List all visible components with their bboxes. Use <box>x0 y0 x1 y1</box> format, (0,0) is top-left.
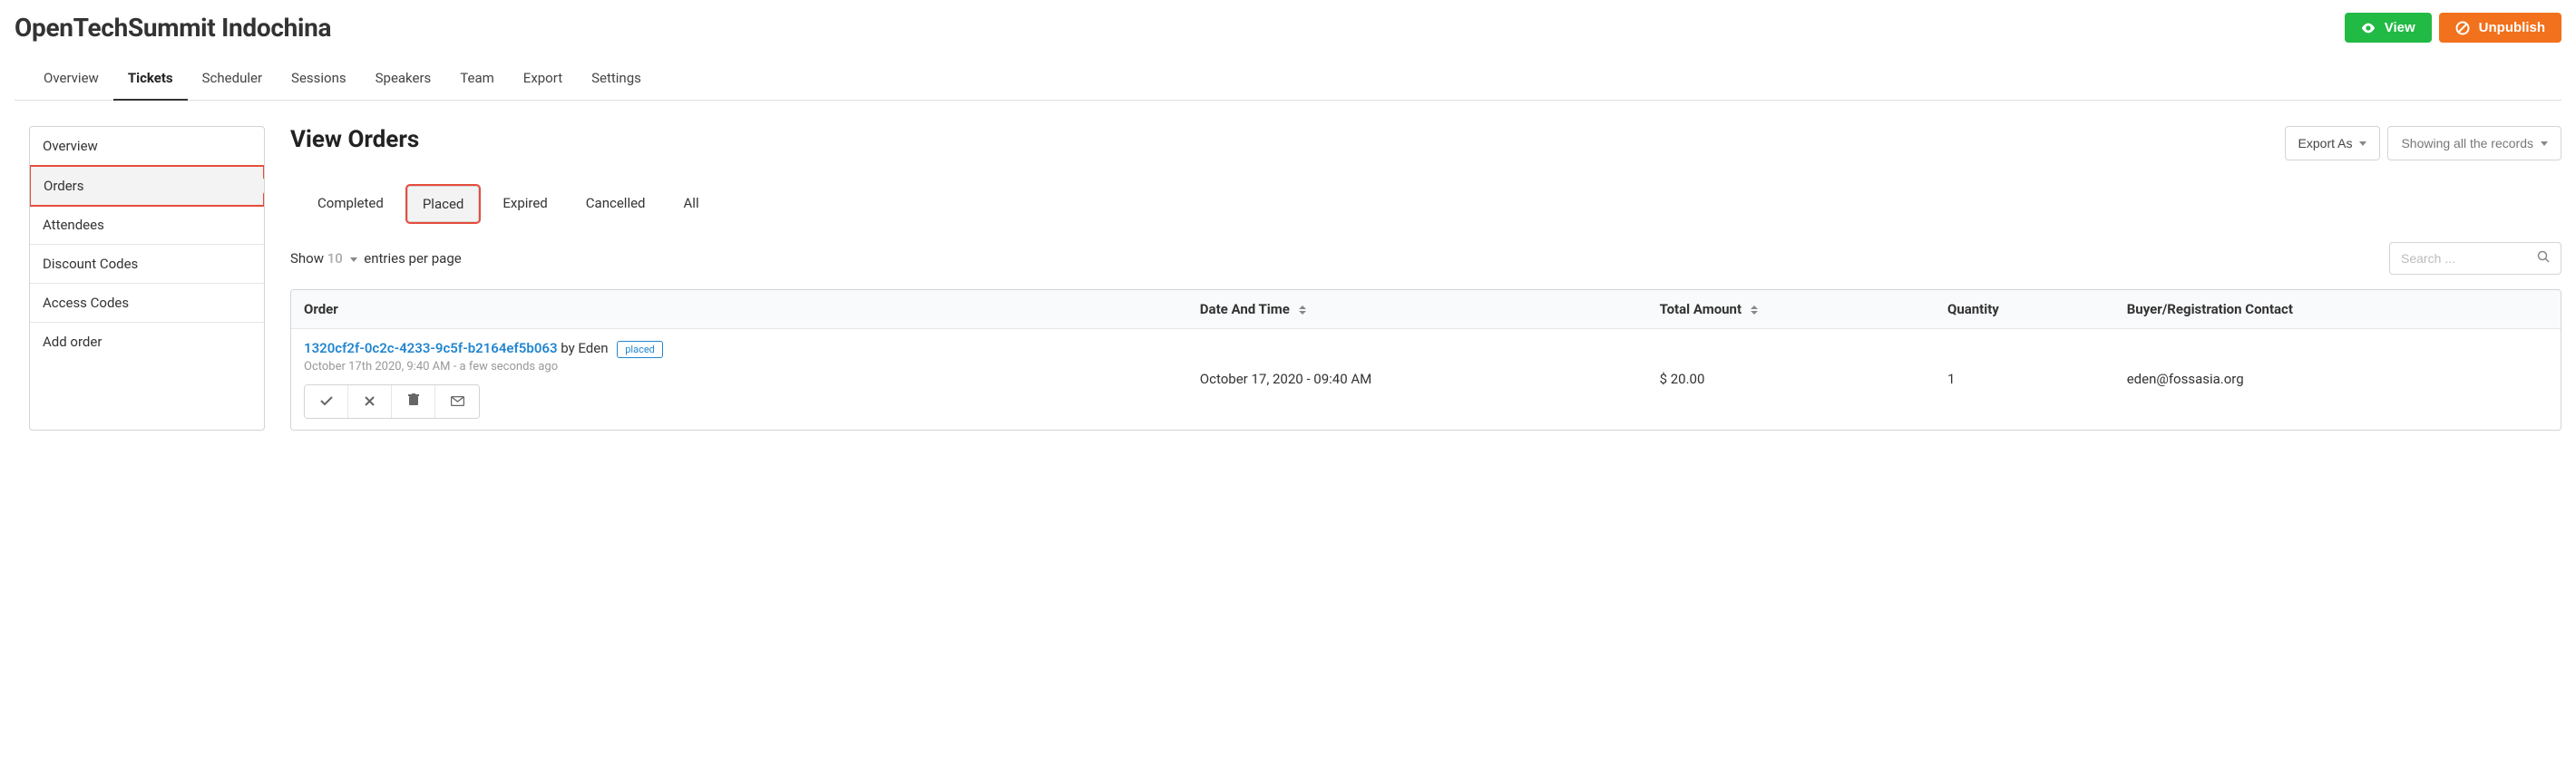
chevron-down-icon <box>2541 141 2548 146</box>
subtab-placed[interactable]: Placed <box>407 186 480 222</box>
sidebar-item-attendees[interactable]: Attendees <box>30 206 264 245</box>
row-actions <box>304 384 480 419</box>
view-button-label: View <box>2385 20 2415 35</box>
main-content: View Orders Export As Showing all the re… <box>290 126 2561 431</box>
sort-icon <box>1299 306 1306 315</box>
cell-amount: $ 20.00 <box>1647 329 1935 430</box>
subtab-expired[interactable]: Expired <box>488 186 561 222</box>
tab-settings[interactable]: Settings <box>577 59 656 101</box>
sidebar: Overview Orders Attendees Discount Codes… <box>29 126 265 431</box>
tab-speakers[interactable]: Speakers <box>361 59 446 101</box>
reject-button[interactable] <box>348 385 392 418</box>
trash-icon <box>408 393 419 409</box>
sidebar-item-overview[interactable]: Overview <box>30 127 264 166</box>
delete-button[interactable] <box>392 385 435 418</box>
sidebar-item-add-order[interactable]: Add order <box>30 323 264 361</box>
header-actions: View Unpublish <box>2345 13 2561 43</box>
search-box[interactable] <box>2389 242 2561 275</box>
col-buyer[interactable]: Buyer/Registration Contact <box>2114 290 2561 329</box>
order-meta: October 17th 2020, 9:40 AM - a few secon… <box>304 360 1175 373</box>
entries-suffix: entries per page <box>364 250 461 267</box>
subtab-completed[interactable]: Completed <box>303 186 398 222</box>
active-pointer-icon <box>257 179 265 194</box>
page-title: OpenTechSummit Indochina <box>15 13 331 43</box>
cell-quantity: 1 <box>1935 329 2114 430</box>
records-filter-label: Showing all the records <box>2401 136 2533 150</box>
cell-buyer: eden@fossasia.org <box>2114 329 2561 430</box>
view-button[interactable]: View <box>2345 13 2432 43</box>
check-icon <box>320 394 333 409</box>
order-id-link[interactable]: 1320cf2f-0c2c-4233-9c5f-b2164ef5b063 <box>304 340 558 356</box>
subtab-cancelled[interactable]: Cancelled <box>571 186 660 222</box>
chevron-down-icon <box>350 257 357 262</box>
search-input[interactable] <box>2401 251 2528 266</box>
tab-scheduler[interactable]: Scheduler <box>188 59 277 101</box>
envelope-icon <box>451 394 464 409</box>
col-quantity[interactable]: Quantity <box>1935 290 2114 329</box>
sidebar-item-access-codes[interactable]: Access Codes <box>30 284 264 323</box>
orders-table: Order Date And Time Total Amount Quantit… <box>290 289 2561 431</box>
col-order[interactable]: Order <box>291 290 1187 329</box>
chevron-down-icon <box>2359 141 2366 146</box>
tab-team[interactable]: Team <box>445 59 509 101</box>
eye-icon <box>2361 21 2376 35</box>
status-badge: placed <box>617 341 663 358</box>
cell-order: 1320cf2f-0c2c-4233-9c5f-b2164ef5b063 by … <box>291 329 1187 430</box>
unpublish-button[interactable]: Unpublish <box>2439 13 2561 43</box>
subtab-all[interactable]: All <box>669 186 714 222</box>
main-title: View Orders <box>290 126 419 153</box>
col-date[interactable]: Date And Time <box>1187 290 1647 329</box>
sidebar-item-discount-codes[interactable]: Discount Codes <box>30 245 264 284</box>
search-icon <box>2537 250 2550 267</box>
sidebar-item-label: Orders <box>44 178 84 194</box>
export-as-dropdown[interactable]: Export As <box>2285 126 2381 160</box>
table-header-row: Order Date And Time Total Amount Quantit… <box>291 290 2561 329</box>
approve-button[interactable] <box>305 385 348 418</box>
entries-prefix: Show <box>290 250 324 267</box>
order-byline: by Eden <box>561 340 608 356</box>
sidebar-item-orders[interactable]: Orders <box>29 165 265 207</box>
export-as-label: Export As <box>2298 136 2353 150</box>
ban-icon <box>2455 21 2470 35</box>
records-filter-dropdown[interactable]: Showing all the records <box>2387 126 2561 160</box>
tab-tickets[interactable]: Tickets <box>113 59 188 101</box>
entries-count: 10 <box>327 250 343 267</box>
sort-icon <box>1751 306 1758 315</box>
tab-overview[interactable]: Overview <box>29 59 113 101</box>
tab-sessions[interactable]: Sessions <box>277 59 361 101</box>
col-date-label: Date And Time <box>1200 301 1290 317</box>
col-amount-label: Total Amount <box>1660 301 1742 317</box>
entries-per-page[interactable]: Show 10 entries per page <box>290 250 462 267</box>
unpublish-button-label: Unpublish <box>2479 20 2545 35</box>
col-amount[interactable]: Total Amount <box>1647 290 1935 329</box>
cell-date: October 17, 2020 - 09:40 AM <box>1187 329 1647 430</box>
email-button[interactable] <box>435 385 479 418</box>
main-nav: Overview Tickets Scheduler Sessions Spea… <box>15 59 2561 101</box>
close-icon <box>365 394 375 409</box>
order-status-tabs: Completed Placed Expired Cancelled All <box>290 186 2561 222</box>
tab-export[interactable]: Export <box>509 59 577 101</box>
table-row: 1320cf2f-0c2c-4233-9c5f-b2164ef5b063 by … <box>291 329 2561 430</box>
